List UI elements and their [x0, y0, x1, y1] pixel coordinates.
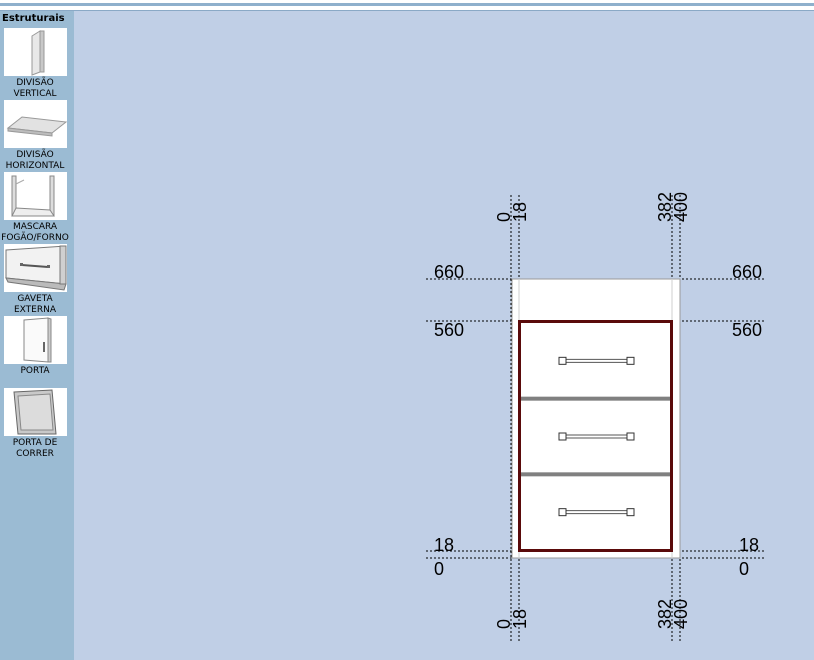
drawer-front[interactable] [521, 474, 671, 550]
tool-label: PORTA DE CORRER [12, 438, 58, 459]
drawer-separator [521, 396, 671, 401]
dim-label-left-y: 560 [434, 320, 464, 340]
design-canvas[interactable]: 0 18 382 400 0 18 382 400 660 560 18 0 660 560 18 0 [74, 11, 814, 660]
drawer-stack [521, 323, 671, 550]
sidebar: Estruturais DIVISÃO VERTICAL DIVISÃO HOR… [0, 11, 74, 660]
dim-label-left-y: 0 [434, 559, 444, 579]
dim-label-left-y: 660 [434, 262, 464, 282]
tool-label: DIVISÃO HORIZONTAL [5, 150, 65, 171]
drawer-front[interactable] [521, 398, 671, 475]
horizontal-shelf-icon [4, 100, 67, 148]
tool-label: DIVISÃO VERTICAL [13, 78, 57, 99]
sliding-door-icon [4, 388, 67, 436]
door-icon [4, 316, 67, 364]
dim-label-right-y: 18 [739, 535, 759, 555]
sidebar-title: Estruturais [2, 13, 65, 24]
tool-label: PORTA [20, 366, 50, 376]
dim-label-top-x: 400 [671, 192, 691, 222]
top-toolbar-strip [0, 0, 814, 11]
tool-label: GAVETA EXTERNA [13, 294, 57, 315]
drawer-front[interactable] [521, 323, 671, 399]
dim-label-left-y: 18 [434, 535, 454, 555]
dim-label-right-y: 560 [732, 320, 762, 340]
cabinet-drawing: 018 382400018 382400660560180660560180 [426, 192, 764, 643]
stove-oven-mask-icon [4, 172, 67, 220]
toolbar-stripe [0, 3, 814, 6]
dim-label-right-y: 660 [732, 262, 762, 282]
dim-label-bottom-x: 400 [671, 599, 691, 629]
dim-label-top-x: 18 [510, 202, 530, 222]
dim-label-right-y: 0 [739, 559, 749, 579]
tool-label: MASCARA FOGÃO/FORNO [1, 222, 69, 243]
vertical-divider-icon [4, 28, 67, 76]
external-drawer-icon [4, 244, 67, 292]
drawer-separator [521, 472, 671, 477]
dim-label-bottom-x: 18 [510, 609, 530, 629]
